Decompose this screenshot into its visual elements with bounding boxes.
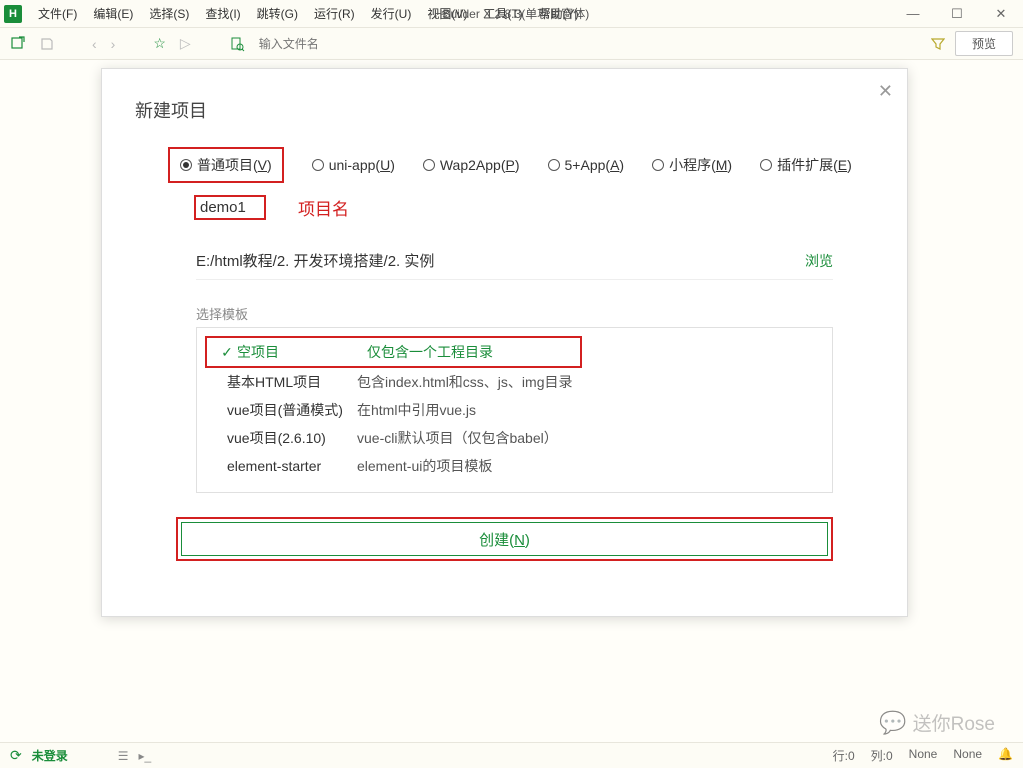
status-encoding: None	[909, 747, 938, 764]
preview-button[interactable]: 预览	[955, 31, 1013, 56]
highlight-project-type: 普通项目(V)	[168, 147, 284, 183]
radio-miniprogram[interactable]: 小程序(M)	[652, 155, 732, 175]
status-col: 列:0	[871, 747, 893, 764]
project-path[interactable]: E:/html教程/2. 开发环境搭建/2. 实例	[196, 250, 434, 271]
terminal-icon[interactable]: ▸_	[139, 749, 152, 763]
project-name-input[interactable]	[200, 199, 260, 216]
create-button[interactable]: 创建(N)	[181, 522, 828, 556]
annotation-project-name: 项目名	[298, 195, 349, 220]
filter-icon[interactable]	[931, 37, 945, 51]
wechat-icon: 💬	[879, 710, 906, 736]
play-icon[interactable]: ▷	[180, 35, 191, 52]
radio-normal-project[interactable]: 普通项目(V)	[180, 155, 272, 175]
forward-icon[interactable]: ›	[111, 36, 116, 52]
radio-circle-icon	[760, 159, 772, 171]
status-row: 行:0	[833, 747, 855, 764]
window-controls: — ☐ ✕	[891, 0, 1023, 28]
minimize-button[interactable]: —	[891, 0, 935, 28]
dialog-title: 新建项目	[102, 69, 907, 123]
template-element-starter[interactable]: element-starter element-ui的项目模板	[197, 452, 832, 480]
highlight-create: 创建(N)	[176, 517, 833, 561]
new-window-icon[interactable]	[10, 36, 26, 52]
check-icon: ✓	[217, 344, 237, 361]
project-type-radios: 普通项目(V) uni-app(U) Wap2App(P) 5+App(A) 小…	[102, 123, 907, 183]
menu-select[interactable]: 选择(S)	[141, 5, 197, 22]
radio-circle-icon	[312, 159, 324, 171]
menu-bar: H 文件(F) 编辑(E) 选择(S) 查找(I) 跳转(G) 运行(R) 发行…	[0, 0, 1023, 28]
highlight-template: ✓ 空项目 仅包含一个工程目录	[205, 336, 582, 368]
menu-publish[interactable]: 发行(U)	[363, 5, 420, 22]
menu-file[interactable]: 文件(F)	[30, 5, 85, 22]
radio-circle-icon	[652, 159, 664, 171]
browse-button[interactable]: 浏览	[805, 251, 833, 271]
close-button[interactable]: ✕	[979, 0, 1023, 28]
template-list: ✓ 空项目 仅包含一个工程目录 基本HTML项目 包含index.html和cs…	[196, 327, 833, 493]
template-vue-normal[interactable]: vue项目(普通模式) 在html中引用vue.js	[197, 396, 832, 424]
template-section-label: 选择模板	[196, 304, 833, 323]
menu-goto[interactable]: 跳转(G)	[249, 5, 306, 22]
search-file-icon[interactable]	[229, 36, 245, 52]
file-search-input[interactable]	[259, 37, 379, 51]
bell-icon[interactable]: 🔔	[998, 747, 1013, 764]
dialog-close-icon[interactable]: ✕	[878, 81, 893, 102]
star-icon[interactable]: ☆	[153, 35, 166, 52]
sync-icon[interactable]: ⟳	[10, 747, 22, 764]
radio-5plus-app[interactable]: 5+App(A)	[548, 157, 625, 173]
menu-run[interactable]: 运行(R)	[306, 5, 363, 22]
menu-find[interactable]: 查找(I)	[197, 5, 248, 22]
app-title: HBuilder X 2.8.3(单项目窗体)	[434, 5, 589, 22]
back-icon[interactable]: ‹	[92, 36, 97, 52]
login-status[interactable]: 未登录	[32, 747, 68, 764]
radio-dot-icon	[180, 159, 192, 171]
template-vue-cli[interactable]: vue项目(2.6.10) vue-cli默认项目（仅包含babel）	[197, 424, 832, 452]
highlight-project-name	[194, 195, 266, 220]
radio-uni-app[interactable]: uni-app(U)	[312, 157, 395, 173]
template-empty[interactable]: ✓ 空项目 仅包含一个工程目录	[207, 338, 580, 366]
maximize-button[interactable]: ☐	[935, 0, 979, 28]
watermark: 💬 送你Rose	[879, 709, 995, 736]
radio-circle-icon	[423, 159, 435, 171]
list-icon[interactable]: ☰	[118, 749, 129, 763]
app-logo-icon: H	[4, 5, 22, 23]
toolbar: ‹ › ☆ ▷ 预览	[0, 28, 1023, 60]
save-icon[interactable]	[40, 37, 54, 51]
template-basic-html[interactable]: 基本HTML项目 包含index.html和css、js、img目录	[197, 368, 832, 396]
radio-wap2app[interactable]: Wap2App(P)	[423, 157, 520, 173]
status-bar: ⟳ 未登录 ☰ ▸_ 行:0 列:0 None None 🔔	[0, 742, 1023, 768]
menu-edit[interactable]: 编辑(E)	[85, 5, 141, 22]
status-language: None	[953, 747, 982, 764]
radio-circle-icon	[548, 159, 560, 171]
radio-plugin[interactable]: 插件扩展(E)	[760, 155, 852, 175]
new-project-dialog: ✕ 新建项目 普通项目(V) uni-app(U) Wap2App(P) 5+A…	[101, 68, 908, 617]
